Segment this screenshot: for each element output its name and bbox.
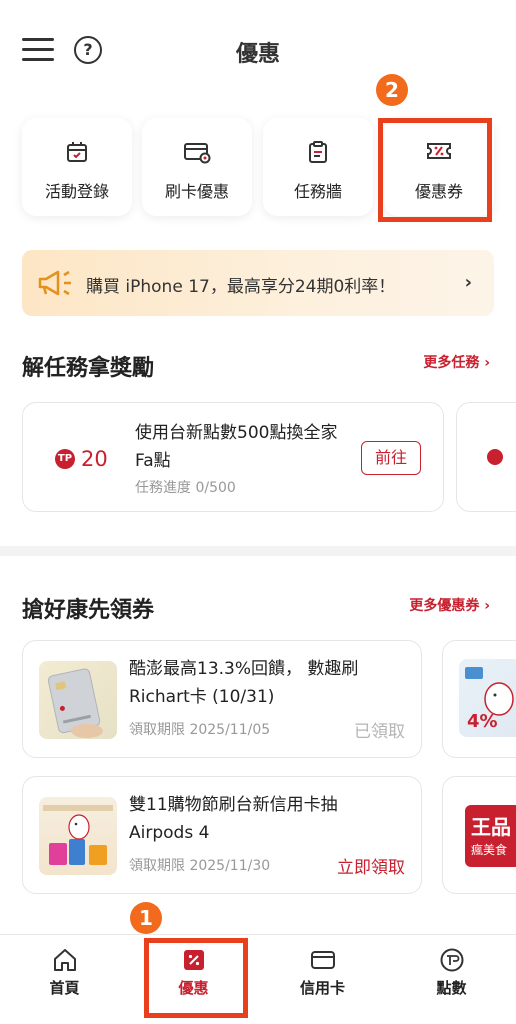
task-title: 使用台新點數500點換全家Fa點 (135, 423, 338, 471)
task-card[interactable]: TP 20 使用台新點數500點換全家Fa點 任務進度 0/500 前往 (22, 402, 444, 512)
tasks-section-title: 解任務拿獎勵 (22, 356, 155, 381)
coupon-image-promo: 4% (459, 659, 516, 737)
coupons-section-title: 搶好康先領券 (22, 598, 155, 623)
coupon-deadline: 領取期限 2025/11/30 (129, 858, 271, 874)
nav-label: 信用卡 (299, 979, 345, 997)
points-icon (440, 948, 463, 972)
coupon-image-shopping (39, 797, 117, 875)
nav-label: 首頁 (49, 979, 80, 997)
credit-card-icon (310, 951, 335, 969)
promo-banner[interactable]: 購買 iPhone 17，最高享分24期0利率！ › (22, 250, 494, 316)
clipboard-icon (309, 141, 327, 163)
tile-card-offers[interactable]: 刷卡優惠 (142, 118, 252, 216)
step-1-badge: 1 (130, 902, 162, 934)
calendar-icon (67, 142, 87, 162)
coupon-title: 酷澎最高13.3%回饋， 數趣刷Richart卡 (10/31) (129, 659, 359, 707)
more-coupons-link[interactable]: 更多優惠券 › (409, 595, 490, 615)
highlight-coupons-tile (378, 118, 492, 222)
points-coin-icon (487, 449, 503, 465)
tile-label: 任務牆 (293, 182, 342, 201)
card-discount-icon (184, 143, 211, 164)
coupon-card[interactable]: 酷澎最高13.3%回饋， 數趣刷Richart卡 (10/31) 領取期限 20… (22, 640, 422, 758)
claim-now-button[interactable]: 立即領取 (337, 853, 405, 878)
section-divider (0, 546, 516, 556)
coupon-card[interactable]: 雙11購物節刷台新信用卡抽Airpods 4 領取期限 2025/11/30 立… (22, 776, 422, 894)
megaphone-icon (38, 270, 71, 296)
coupon-promo-badge: 4% (467, 711, 498, 732)
nav-home[interactable]: 首頁 (0, 935, 129, 1024)
chevron-right-icon: › (464, 272, 472, 293)
banner-text: 購買 iPhone 17，最高享分24期0利率！ (86, 277, 396, 297)
points-value: 20 (81, 447, 108, 471)
task-progress: 任務進度 0/500 (135, 480, 236, 496)
coupon-title: 雙11購物節刷台新信用卡抽Airpods 4 (129, 795, 338, 843)
header: ? 優惠 (0, 0, 516, 100)
task-card-peek[interactable] (456, 402, 516, 512)
highlight-offers-tab (144, 938, 248, 1018)
nav-points[interactable]: 點數 (387, 935, 516, 1024)
tile-label: 刷卡優惠 (164, 182, 229, 201)
nav-label: 點數 (436, 979, 467, 997)
coupon-card-peek[interactable]: 王品 瘋美食 (442, 776, 516, 894)
step-2-badge: 2 (376, 74, 408, 106)
home-icon (53, 949, 76, 971)
page-title: 優惠 (235, 42, 280, 67)
claimed-label: 已領取 (354, 722, 405, 742)
points-coin-icon: TP (55, 449, 75, 469)
coupon-deadline: 領取期限 2025/11/05 (129, 722, 271, 738)
tile-event-registration[interactable]: 活動登錄 (22, 118, 132, 216)
task-points: TP 20 (55, 447, 108, 471)
nav-credit-card[interactable]: 信用卡 (258, 935, 387, 1024)
wangsteak-logo: 王品 瘋美食 (465, 805, 516, 867)
more-tasks-link[interactable]: 更多任務 › (423, 352, 490, 372)
bottom-nav: 首頁 優惠 信用卡 點數 (0, 934, 516, 1024)
coupon-card-peek[interactable]: 4% (442, 640, 516, 758)
coupon-image-card (39, 661, 117, 739)
tile-label: 活動登錄 (44, 182, 109, 201)
tile-task-wall[interactable]: 任務牆 (263, 118, 373, 216)
go-button[interactable]: 前往 (361, 441, 421, 475)
